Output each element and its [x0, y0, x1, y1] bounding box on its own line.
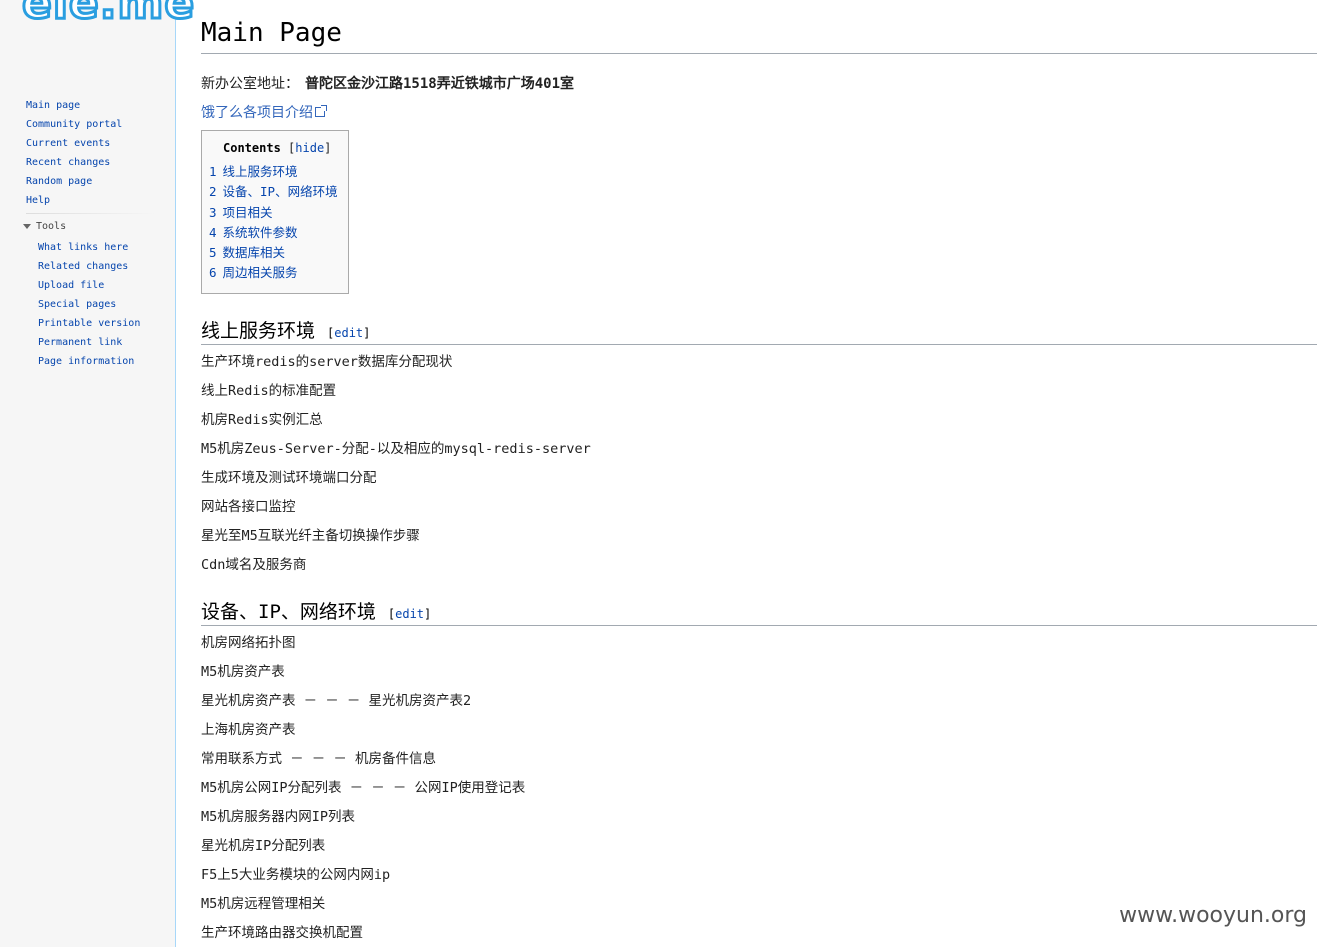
- list-item[interactable]: 机房网络拓扑图: [201, 629, 525, 658]
- list-item[interactable]: Cdn域名及服务商: [201, 551, 591, 580]
- section-title: 线上服务环境: [201, 320, 316, 342]
- list-item[interactable]: M5机房服务器内网IP列表: [201, 803, 525, 832]
- navigation-menu: Main page Community portal Current event…: [26, 96, 122, 210]
- toc-item-number: 3: [209, 204, 217, 220]
- toc-item-number: 4: [209, 224, 217, 240]
- project-intro-label: 饿了么各项目介绍: [201, 105, 313, 121]
- tools-permanent-link[interactable]: Permanent link: [38, 333, 140, 352]
- watermark: www.wooyun.org: [1119, 903, 1307, 928]
- toc-item-number: 2: [209, 184, 217, 200]
- tools-related-changes[interactable]: Related changes: [38, 257, 140, 276]
- list-item[interactable]: 星光机房资产表 － － － 星光机房资产表2: [201, 687, 525, 716]
- list-item[interactable]: 星光至M5互联光纤主备切换操作步骤: [201, 522, 591, 551]
- list-item[interactable]: 机房Redis实例汇总: [201, 406, 591, 435]
- toc-item[interactable]: 3 项目相关: [209, 203, 338, 223]
- sidebar-divider: [26, 213, 156, 214]
- toc-item[interactable]: 2 设备、IP、网络环境: [209, 182, 338, 202]
- office-address-line: 新办公室地址： 普陀区金沙江路1518弄近铁城市广场401室: [201, 73, 574, 93]
- sidebar: ele.me Main page Community portal Curren…: [0, 0, 196, 947]
- list-item[interactable]: M5机房远程管理相关: [201, 890, 525, 919]
- toc-item-label: 数据库相关: [222, 245, 286, 261]
- toc-header: Contents [hide]: [223, 141, 331, 155]
- list-item[interactable]: M5机房资产表: [201, 658, 525, 687]
- tools-upload-file[interactable]: Upload file: [38, 276, 140, 295]
- office-label: 新办公室地址：: [201, 76, 299, 92]
- list-item[interactable]: 生产环境redis的server数据库分配现状: [201, 348, 591, 377]
- list-item[interactable]: 生产环境路由器交换机配置: [201, 919, 525, 948]
- toc-item[interactable]: 1 线上服务环境: [209, 162, 338, 182]
- nav-recent-changes[interactable]: Recent changes: [26, 153, 122, 172]
- toc-list: 1 线上服务环境 2 设备、IP、网络环境 3 项目相关 4 系统软件参数 5 数据库相关…: [209, 162, 338, 284]
- nav-help[interactable]: Help: [26, 191, 122, 210]
- tools-toggle[interactable]: Tools: [23, 221, 66, 232]
- list-item[interactable]: 上海机房资产表: [201, 716, 525, 745]
- edit-section: [edit]: [387, 607, 432, 621]
- tools-what-links-here[interactable]: What links here: [38, 238, 140, 257]
- external-link-icon: [315, 105, 327, 117]
- nav-current-events[interactable]: Current events: [26, 134, 122, 153]
- section-title: 设备、IP、网络环境: [201, 601, 376, 623]
- site-logo[interactable]: ele.me: [20, 0, 195, 31]
- list-item[interactable]: 线上Redis的标准配置: [201, 377, 591, 406]
- toc-item-label: 线上服务环境: [222, 164, 298, 179]
- toc-hide-toggle[interactable]: [hide]: [288, 141, 331, 155]
- online-services-links: 生产环境redis的server数据库分配现状 线上Redis的标准配置 机房R…: [201, 348, 591, 580]
- project-intro-link[interactable]: 饿了么各项目介绍: [201, 102, 327, 122]
- page-title: Main Page: [201, 18, 342, 48]
- tools-printable-version[interactable]: Printable version: [38, 314, 140, 333]
- toc-item-number: 1: [209, 164, 217, 179]
- section-heading-online-services: 线上服务环境 [edit]: [201, 316, 1317, 345]
- toc-item-label: 周边相关服务: [222, 265, 298, 281]
- toc-item-number: 6: [209, 265, 217, 281]
- list-item[interactable]: 常用联系方式 － － － 机房备件信息: [201, 745, 525, 774]
- tools-page-information[interactable]: Page information: [38, 352, 140, 371]
- edit-section-link[interactable]: edit: [334, 326, 363, 340]
- nav-main-page[interactable]: Main page: [26, 96, 122, 115]
- list-item[interactable]: F5上5大业务模块的公网内网ip: [201, 861, 525, 890]
- toc-item[interactable]: 5 数据库相关: [209, 243, 338, 263]
- list-item[interactable]: 星光机房IP分配列表: [201, 832, 525, 861]
- nav-random-page[interactable]: Random page: [26, 172, 122, 191]
- nav-community-portal[interactable]: Community portal: [26, 115, 122, 134]
- tools-special-pages[interactable]: Special pages: [38, 295, 140, 314]
- title-divider: [201, 53, 1317, 54]
- list-item[interactable]: M5机房公网IP分配列表 － － － 公网IP使用登记表: [201, 774, 525, 803]
- edit-section: [edit]: [327, 326, 371, 340]
- office-address: 普陀区金沙江路1518弄近铁城市广场401室: [305, 76, 575, 92]
- list-item[interactable]: M5机房Zeus-Server-分配-以及相应的mysql-redis-serv…: [201, 435, 591, 464]
- toc-title: Contents: [223, 141, 281, 155]
- tools-header-label: Tools: [36, 221, 67, 232]
- collapse-triangle-icon: [23, 223, 31, 229]
- toc-item-label: 设备、IP、网络环境: [222, 184, 338, 200]
- section-heading-devices-network: 设备、IP、网络环境 [edit]: [201, 597, 1317, 626]
- edit-section-link[interactable]: edit: [395, 607, 424, 621]
- devices-network-links: 机房网络拓扑图 M5机房资产表 星光机房资产表 － － － 星光机房资产表2 上…: [201, 629, 525, 948]
- list-item[interactable]: 生成环境及测试环境端口分配: [201, 464, 591, 493]
- toc-item-number: 5: [209, 245, 217, 261]
- list-item[interactable]: 网站各接口监控: [201, 493, 591, 522]
- toc-hide-link[interactable]: hide: [295, 141, 324, 155]
- toc-item[interactable]: 6 周边相关服务: [209, 263, 338, 283]
- toc-item-label: 系统软件参数: [222, 224, 298, 240]
- table-of-contents: Contents [hide] 1 线上服务环境 2 设备、IP、网络环境 3 项目相…: [201, 130, 349, 294]
- tools-menu: What links here Related changes Upload f…: [38, 238, 140, 371]
- toc-item-label: 项目相关: [222, 204, 273, 220]
- toc-item[interactable]: 4 系统软件参数: [209, 223, 338, 243]
